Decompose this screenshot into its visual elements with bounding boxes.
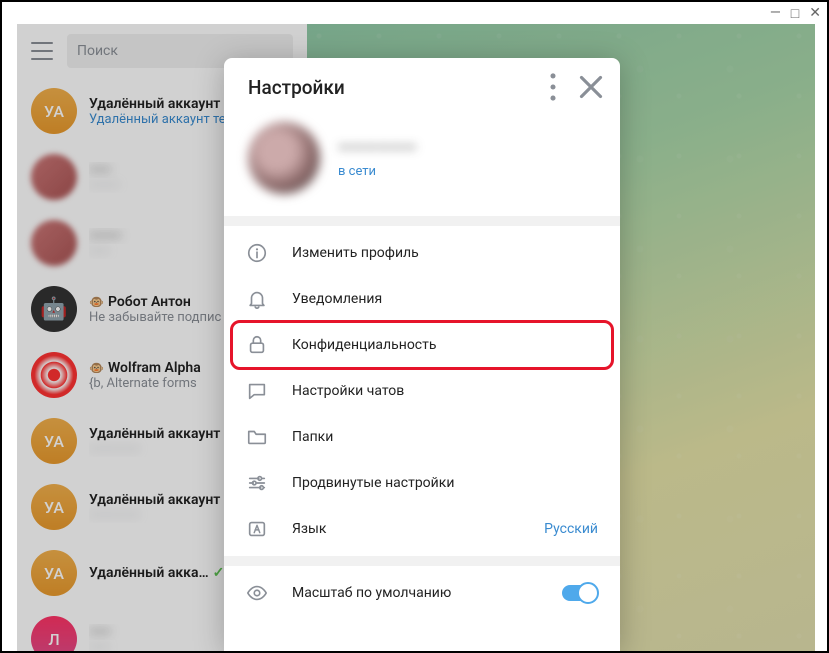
scale-section: Масштаб по умолчанию <box>224 566 620 620</box>
more-button[interactable] <box>534 68 572 106</box>
bell-icon <box>246 288 268 310</box>
lock-icon <box>246 334 268 356</box>
settings-item-label: Настройки чатов <box>292 383 598 399</box>
scale-label: Масштаб по умолчанию <box>292 585 538 601</box>
window-titlebar: — □ ✕ <box>2 2 827 24</box>
settings-item-label: Папки <box>292 429 598 445</box>
maximize-button[interactable]: □ <box>791 5 799 22</box>
minimize-button[interactable]: — <box>770 5 781 21</box>
chat-icon <box>246 380 268 402</box>
settings-panel: Настройки —————— в сети Изменить профиль… <box>224 58 620 651</box>
scale-toggle[interactable] <box>562 585 598 601</box>
close-window-button[interactable]: ✕ <box>809 5 821 21</box>
settings-item-label: Уведомления <box>292 291 598 307</box>
settings-header: Настройки <box>224 58 620 116</box>
lang-icon <box>246 518 268 540</box>
avatar <box>248 122 320 194</box>
sliders-icon <box>246 472 268 494</box>
separator <box>224 556 620 566</box>
separator <box>224 216 620 226</box>
settings-item-folder[interactable]: Папки <box>224 414 620 460</box>
profile-block[interactable]: —————— в сети <box>224 116 620 216</box>
settings-item-label: Конфиденциальность <box>292 337 598 353</box>
settings-item-value: Русский <box>544 521 598 537</box>
dots-vertical-icon <box>534 68 572 106</box>
settings-item-sliders[interactable]: Продвинутые настройки <box>224 460 620 506</box>
settings-title: Настройки <box>248 76 534 99</box>
profile-name: —————— <box>338 138 416 158</box>
settings-item-chat[interactable]: Настройки чатов <box>224 368 620 414</box>
settings-item-info[interactable]: Изменить профиль <box>224 230 620 276</box>
settings-menu: Изменить профиль Уведомления Конфиденциаль… <box>224 226 620 556</box>
settings-item-lang[interactable]: Язык Русский <box>224 506 620 552</box>
settings-item-label: Изменить профиль <box>292 245 598 261</box>
close-panel-button[interactable] <box>572 68 610 106</box>
scale-row[interactable]: Масштаб по умолчанию <box>224 570 620 616</box>
info-icon <box>246 242 268 264</box>
profile-text: —————— в сети <box>338 138 416 179</box>
settings-item-lock[interactable]: Конфиденциальность <box>224 322 620 368</box>
close-icon <box>572 68 610 106</box>
settings-item-bell[interactable]: Уведомления <box>224 276 620 322</box>
eye-icon <box>246 582 268 604</box>
settings-item-label: Язык <box>292 521 520 537</box>
folder-icon <box>246 426 268 448</box>
settings-item-label: Продвинутые настройки <box>292 475 598 491</box>
profile-status: в сети <box>338 164 416 179</box>
